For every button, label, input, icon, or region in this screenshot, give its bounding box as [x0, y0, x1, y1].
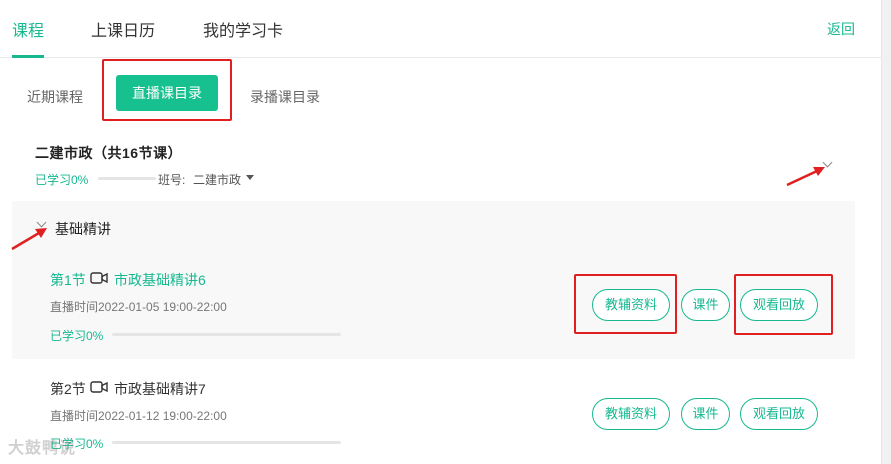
lesson-1-progress-bar: [112, 333, 341, 336]
lesson-2-title[interactable]: 市政基础精讲7: [114, 379, 206, 399]
lesson-2-replay-button[interactable]: 观看回放: [740, 398, 818, 430]
annotation-arrow-icon: [786, 167, 825, 187]
course-progress-label: 已学习0%: [35, 173, 89, 187]
subtab-recent-courses[interactable]: 近期课程: [27, 87, 83, 107]
course-title: 二建市政（共16节课）: [35, 145, 183, 161]
course-progress-bar: [98, 177, 156, 180]
active-tab-indicator: [12, 55, 44, 58]
subtab-recorded-catalog[interactable]: 录播课目录: [250, 87, 320, 107]
lesson-2-live-time: 直播时间2022-01-12 19:00-22:00: [50, 409, 227, 423]
top-navigation: 课程 上课日历 我的学习卡 返回: [0, 0, 891, 58]
tab-my-study-card[interactable]: 我的学习卡: [203, 17, 283, 41]
lesson-1-courseware-button[interactable]: 课件: [681, 289, 730, 321]
section-title: 基础精讲: [55, 221, 111, 237]
lesson-1-progress-label: 已学习0%: [50, 329, 104, 343]
back-link[interactable]: 返回: [827, 19, 855, 39]
video-camera-icon: [90, 381, 108, 393]
lesson-1-materials-button[interactable]: 教辅资料: [592, 289, 670, 321]
lesson-2-index: 第2节: [50, 381, 86, 397]
subtab-live-catalog[interactable]: 直播课目录: [116, 75, 218, 111]
lesson-1-title[interactable]: 市政基础精讲6: [114, 270, 206, 290]
class-number-select[interactable]: 二建市政: [193, 171, 241, 188]
lesson-2-courseware-button[interactable]: 课件: [681, 398, 730, 430]
lesson-1-replay-button[interactable]: 观看回放: [740, 289, 818, 321]
lesson-1-index: 第1节: [50, 272, 86, 288]
tab-class-calendar[interactable]: 上课日历: [91, 17, 155, 41]
class-number-label: 班号:: [158, 173, 186, 187]
caret-down-icon[interactable]: [246, 175, 254, 180]
scrollbar[interactable]: [881, 0, 891, 464]
lesson-2-progress-bar: [112, 441, 341, 444]
lesson-2-materials-button[interactable]: 教辅资料: [592, 398, 670, 430]
watermark: 大鼓鸭说: [8, 440, 77, 457]
tab-courses[interactable]: 课程: [12, 17, 44, 41]
video-camera-icon: [90, 272, 108, 284]
annotation-arrow-icon: [11, 228, 47, 251]
lesson-1-live-time: 直播时间2022-01-05 19:00-22:00: [50, 300, 227, 314]
